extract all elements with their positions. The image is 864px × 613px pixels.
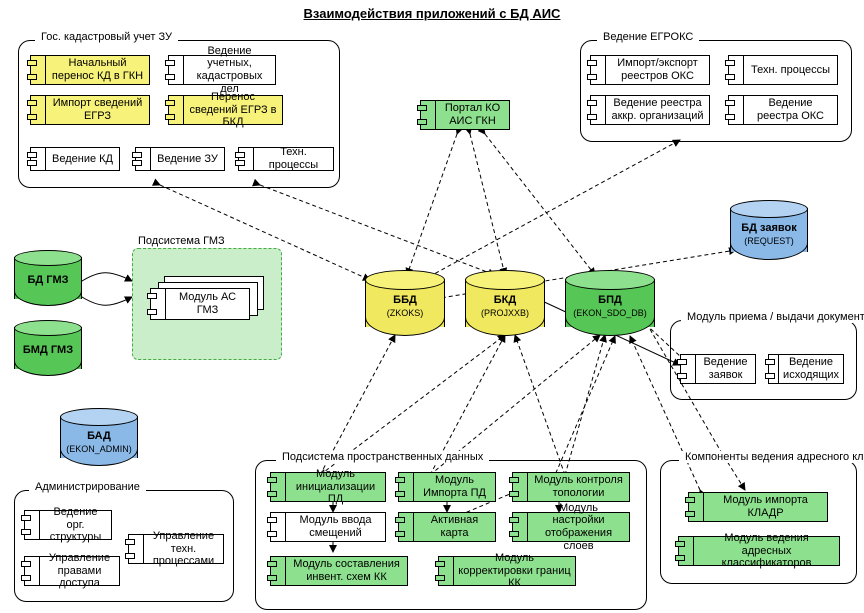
diagram-title: Взаимодействия приложений с БД АИС (0, 6, 864, 21)
module-portal: Портал КО АИС ГКН (420, 100, 510, 130)
module-sp-map: Активная карта (398, 512, 496, 542)
db-bad: БАД(EKON_ADMIN) (60, 408, 138, 466)
module-sp-layers: Модуль настройки отображения слоев (512, 512, 630, 542)
module-cad-initial: Начальный перенос КД в ГКН (30, 55, 150, 85)
module-admin-rights: Управление правами доступа (24, 556, 120, 586)
module-req-outgoing: Ведение исходящих (768, 354, 844, 384)
group-label-cadastre: Гос. кадастровый учет ЗУ (35, 31, 178, 43)
group-label-gmz: Подсистема ГМЗ (138, 235, 225, 247)
module-cad-kd: Ведение КД (30, 147, 120, 171)
db-bdgmz: БД ГМЗ (14, 250, 82, 306)
module-cad-tech: Техн. процессы (238, 147, 334, 171)
module-cad-transfer: Перенос сведений ЕГРЗ в БКД (168, 95, 283, 125)
module-admin-tech: Управление техн. процессами (128, 534, 224, 564)
module-sp-import: Модуль Импорта ПД (398, 472, 496, 502)
module-admin-org: Ведение орг. структуры (24, 510, 112, 540)
group-label-addr: Компоненты ведения адресного классификат… (679, 451, 864, 463)
module-addr-maint: Модуль ведения адресных классификаторов (678, 536, 840, 566)
module-addr-kladr: Модуль импорта КЛАДР (688, 492, 828, 522)
db-bmdgmz: БМД ГМЗ (14, 320, 82, 376)
group-label-egroks: Ведение ЕГРОКС (597, 31, 699, 43)
group-label-request: Модуль приема / выдачи документов (681, 311, 864, 323)
group-label-admin: Администрирование (29, 481, 146, 493)
module-sp-topo: Модуль контроля топологии (512, 472, 630, 502)
diagram-canvas: Взаимодействия приложений с БД АИС Гос. … (0, 0, 864, 613)
module-req-requests: Ведение заявок (680, 354, 756, 384)
db-bbd: ББД(ZKOKS) (365, 270, 445, 336)
module-sp-init: Модуль инициализации ПД (270, 472, 386, 502)
db-bkd: БКД(PROJXXB) (465, 270, 545, 336)
module-egroks-import: Импорт/экспорт реестров ОКС (590, 55, 710, 85)
db-bpd: БПД(EKON_SDO_DB) (565, 270, 655, 336)
module-sp-invent: Модуль составления инвент. схем КК (270, 556, 408, 586)
module-cad-zu: Ведение ЗУ (135, 147, 225, 171)
module-egroks-oks: Ведение реестра ОКС (728, 95, 838, 125)
module-egroks-akkr: Ведение реестра аккр. организаций (590, 95, 710, 125)
module-cad-egrz: Импорт сведений ЕГРЗ (30, 95, 150, 125)
group-label-spatial: Подсистема пространственных данных (276, 451, 489, 463)
module-sp-offset: Модуль ввода смещений (270, 512, 386, 542)
module-egroks-tech: Техн. процессы (728, 55, 838, 85)
module-cad-records: Ведение учетных, кадастровых дел (168, 55, 276, 85)
module-sp-bounds: Модуль корректировки границ КК (438, 556, 576, 586)
module-gmz: Модуль АС ГМЗ (150, 288, 250, 320)
db-breq: БД заявок(REQUEST) (730, 200, 808, 260)
